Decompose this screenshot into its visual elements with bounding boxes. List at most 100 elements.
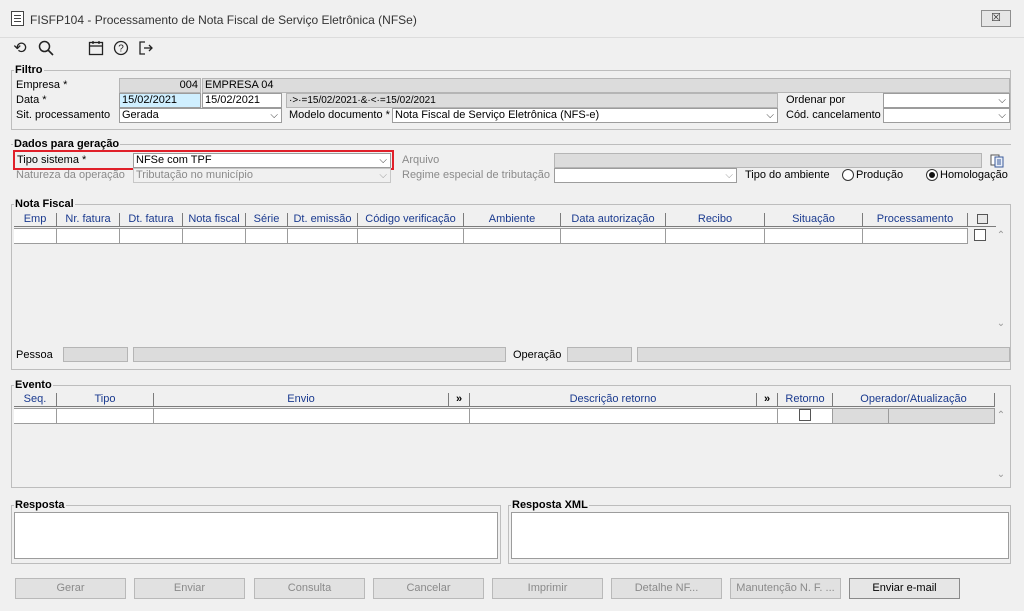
producao-radio[interactable]	[842, 169, 854, 181]
homologacao-label: Homologação	[940, 169, 1008, 181]
natureza-operacao-select: Tributação no município ⌵	[133, 168, 391, 183]
scroll-up-icon[interactable]: ⌃	[995, 230, 1007, 241]
nota-fiscal-grid-header: Emp Nr. fatura Dt. fatura Nota fiscal Sé…	[14, 213, 996, 227]
col-nota-fiscal[interactable]: Nota fiscal	[183, 213, 246, 227]
data-label: Data *	[16, 94, 47, 106]
scroll-down-icon[interactable]: ⌄	[995, 469, 1007, 480]
refresh-icon[interactable]: ⟲	[11, 40, 29, 58]
sit-processamento-label: Sit. processamento	[16, 109, 111, 121]
sit-processamento-select[interactable]: Gerada ⌵	[119, 108, 282, 123]
search-icon[interactable]	[37, 40, 55, 58]
col-seq[interactable]: Seq.	[14, 393, 57, 407]
resposta-xml-legend: Resposta XML	[512, 499, 588, 511]
modelo-documento-select[interactable]: Nota Fiscal de Serviço Eletrônica (NFS-e…	[392, 108, 778, 123]
cod-cancelamento-label: Cód. cancelamento	[786, 109, 881, 121]
resposta-xml-textarea[interactable]	[511, 512, 1009, 559]
pessoa-label: Pessoa	[16, 349, 53, 361]
col-recibo[interactable]: Recibo	[666, 213, 765, 227]
scroll-up-icon[interactable]: ⌃	[995, 410, 1007, 421]
close-button[interactable]: ☒	[981, 10, 1011, 27]
empresa-name-field: EMPRESA 04	[202, 78, 1010, 93]
modelo-documento-label: Modelo documento *	[289, 109, 390, 121]
tipo-sistema-label: Tipo sistema *	[17, 154, 87, 166]
enviar-button[interactable]: Enviar	[134, 578, 245, 599]
chevron-down-icon: ⌵	[379, 170, 387, 181]
col-dt-emissao[interactable]: Dt. emissão	[288, 213, 358, 227]
nota-fiscal-legend: Nota Fiscal	[15, 198, 74, 210]
natureza-operacao-value: Tributação no município	[136, 169, 253, 181]
empresa-label: Empresa *	[16, 79, 68, 91]
svg-text:?: ?	[118, 44, 124, 55]
resposta-textarea[interactable]	[14, 512, 498, 559]
table-row[interactable]	[14, 228, 968, 244]
retorno-checkbox[interactable]	[799, 409, 811, 421]
col-emp[interactable]: Emp	[14, 213, 57, 227]
col-ambiente[interactable]: Ambiente	[464, 213, 561, 227]
pessoa-code-field	[63, 347, 128, 362]
col-envio[interactable]: Envio	[154, 393, 449, 407]
operacao-code-field	[567, 347, 632, 362]
chevron-down-icon: ⌵	[998, 110, 1006, 121]
arquivo-label: Arquivo	[402, 154, 440, 166]
manutencao-nf-button[interactable]: Manutenção N. F. ...	[730, 578, 841, 599]
empresa-code-field[interactable]: 004	[119, 78, 201, 93]
data-expression-field: ·>·=15/02/2021·&·<·=15/02/2021	[286, 93, 778, 108]
chevron-down-icon: ⌵	[270, 110, 278, 121]
filtro-legend: Filtro	[15, 64, 43, 76]
dados-legend: Dados para geração	[14, 138, 120, 150]
resposta-legend: Resposta	[15, 499, 65, 511]
expand-retorno-button[interactable]: »	[757, 393, 778, 407]
data-to-field[interactable]: 15/02/2021	[202, 93, 282, 108]
data-from-field[interactable]: 15/02/2021	[119, 93, 201, 108]
natureza-operacao-label: Natureza da operação	[16, 169, 125, 181]
col-select-all[interactable]	[968, 213, 996, 227]
imprimir-button[interactable]: Imprimir	[492, 578, 603, 599]
col-dt-fatura[interactable]: Dt. fatura	[120, 213, 183, 227]
exit-icon[interactable]	[137, 40, 155, 58]
window-title: FISFP104 - Processamento de Nota Fiscal …	[30, 13, 417, 27]
evento-legend: Evento	[15, 379, 52, 391]
document-icon	[11, 11, 24, 26]
operacao-label: Operação	[513, 349, 562, 361]
help-icon[interactable]: ?	[112, 40, 130, 58]
calendar-icon[interactable]	[87, 40, 105, 58]
table-row[interactable]	[14, 408, 995, 424]
ordenar-label: Ordenar por	[786, 94, 846, 106]
pessoa-name-field	[133, 347, 506, 362]
modelo-documento-value: Nota Fiscal de Serviço Eletrônica (NFS-e…	[395, 109, 600, 121]
col-retorno[interactable]: Retorno	[778, 393, 833, 407]
chevron-down-icon: ⌵	[998, 95, 1006, 106]
chevron-down-icon: ⌵	[379, 155, 387, 166]
ordenar-select[interactable]: ⌵	[883, 93, 1010, 108]
tipo-sistema-select[interactable]: NFSe com TPF ⌵	[133, 153, 391, 168]
col-descricao-retorno[interactable]: Descrição retorno	[470, 393, 757, 407]
tipo-ambiente-label: Tipo do ambiente	[745, 169, 830, 181]
col-codigo-verificacao[interactable]: Código verificação	[358, 213, 464, 227]
homologacao-radio[interactable]	[926, 169, 938, 181]
expand-envio-button[interactable]: »	[449, 393, 470, 407]
col-serie[interactable]: Série	[246, 213, 288, 227]
col-situacao[interactable]: Situação	[765, 213, 863, 227]
gerar-button[interactable]: Gerar	[15, 578, 126, 599]
regime-especial-select: ⌵	[554, 168, 737, 183]
col-nr-fatura[interactable]: Nr. fatura	[57, 213, 120, 227]
col-processamento[interactable]: Processamento	[863, 213, 968, 227]
chevron-down-icon: ⌵	[725, 170, 733, 181]
enviar-email-button[interactable]: Enviar e-mail	[849, 578, 960, 599]
arquivo-field	[554, 153, 982, 168]
row-checkbox[interactable]	[974, 229, 986, 241]
file-browse-icon[interactable]	[988, 153, 1008, 168]
col-tipo[interactable]: Tipo	[57, 393, 154, 407]
cod-cancelamento-select[interactable]: ⌵	[883, 108, 1010, 123]
detalhe-nf-button[interactable]: Detalhe NF...	[611, 578, 722, 599]
cancelar-button[interactable]: Cancelar	[373, 578, 484, 599]
regime-especial-label: Regime especial de tributação	[402, 169, 550, 181]
scroll-down-icon[interactable]: ⌄	[995, 318, 1007, 329]
sit-processamento-value: Gerada	[122, 109, 159, 121]
col-data-autorizacao[interactable]: Data autorização	[561, 213, 666, 227]
chevron-down-icon: ⌵	[766, 110, 774, 121]
consulta-button[interactable]: Consulta	[254, 578, 365, 599]
col-operador-atualizacao[interactable]: Operador/Atualização	[833, 393, 995, 407]
evento-grid-header: Seq. Tipo Envio » Descrição retorno » Re…	[14, 393, 995, 407]
producao-label: Produção	[856, 169, 904, 181]
